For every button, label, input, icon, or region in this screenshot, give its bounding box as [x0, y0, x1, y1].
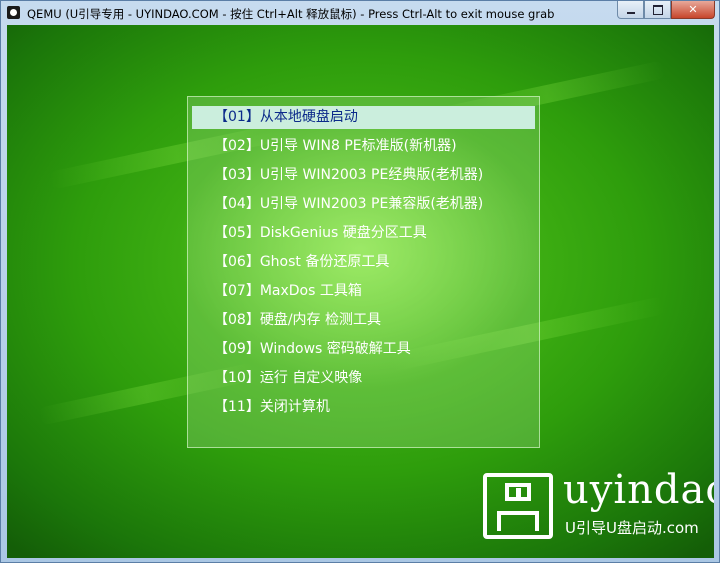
vm-screen[interactable]: 【01】从本地硬盘启动 【02】U引导 WIN8 PE标准版(新机器) 【03】… [7, 25, 714, 558]
close-icon: ✕ [688, 3, 698, 16]
logo-wordmark: uyindao [563, 467, 714, 513]
menu-item-01[interactable]: 【01】从本地硬盘启动 [192, 106, 535, 129]
qemu-window: QEMU (U引导专用 - UYINDAO.COM - 按住 Ctrl+Alt … [0, 0, 720, 563]
menu-item-09[interactable]: 【09】Windows 密码破解工具 [192, 338, 535, 361]
maximize-button[interactable] [644, 1, 671, 19]
logo-subtitle: U引导U盘启动.com [565, 519, 699, 537]
menu-item-07[interactable]: 【07】MaxDos 工具箱 [192, 280, 535, 303]
minimize-icon [626, 11, 635, 14]
close-button[interactable]: ✕ [671, 1, 715, 19]
usb-drive-logo-icon [483, 473, 553, 539]
qemu-app-icon[interactable] [7, 6, 20, 19]
menu-item-11[interactable]: 【11】关闭计算机 [192, 396, 535, 419]
menu-item-08[interactable]: 【08】硬盘/内存 检测工具 [192, 309, 535, 332]
maximize-icon [652, 4, 663, 15]
menu-item-10[interactable]: 【10】运行 自定义映像 [192, 367, 535, 390]
menu-item-04[interactable]: 【04】U引导 WIN2003 PE兼容版(老机器) [192, 193, 535, 216]
menu-item-03[interactable]: 【03】U引导 WIN2003 PE经典版(老机器) [192, 164, 535, 187]
menu-item-05[interactable]: 【05】DiskGenius 硬盘分区工具 [192, 222, 535, 245]
boot-menu: 【01】从本地硬盘启动 【02】U引导 WIN8 PE标准版(新机器) 【03】… [187, 96, 540, 448]
title-bar[interactable]: QEMU (U引导专用 - UYINDAO.COM - 按住 Ctrl+Alt … [1, 1, 719, 24]
minimize-button[interactable] [617, 1, 644, 19]
window-title: QEMU (U引导专用 - UYINDAO.COM - 按住 Ctrl+Alt … [27, 7, 555, 21]
menu-item-06[interactable]: 【06】Ghost 备份还原工具 [192, 251, 535, 274]
menu-item-02[interactable]: 【02】U引导 WIN8 PE标准版(新机器) [192, 135, 535, 158]
window-controls: ✕ [617, 1, 715, 20]
